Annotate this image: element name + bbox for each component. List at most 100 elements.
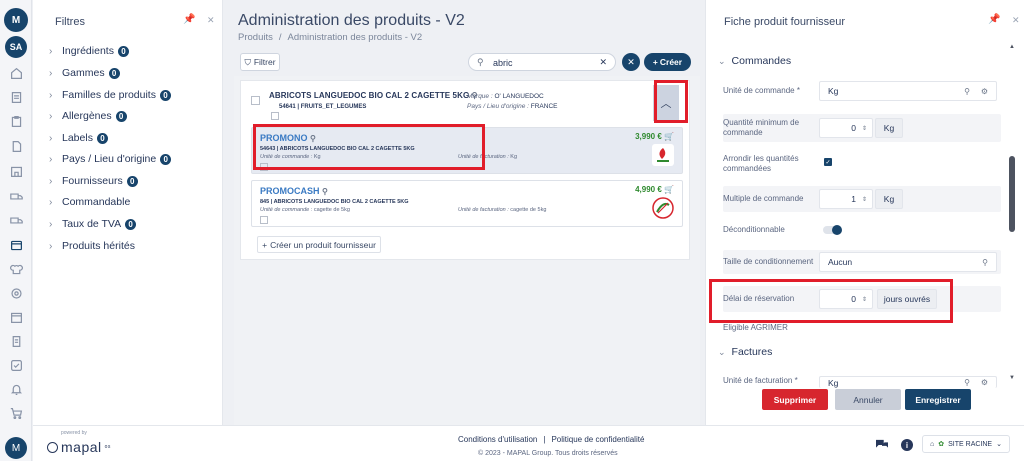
round-checkbox[interactable]: ✓ [824, 158, 832, 166]
filter-fournisseurs[interactable]: › Fournisseurs 0 [49, 175, 138, 187]
warehouse-truck-icon[interactable] [8, 213, 24, 227]
section-factures[interactable]: ⌄ Factures [718, 346, 772, 358]
close-icon[interactable]: ✕ [207, 15, 215, 26]
footer-app-logo[interactable]: M [5, 437, 27, 459]
scrollbar[interactable]: ▲ ▼ [1009, 44, 1015, 384]
count-badge: 0 [126, 175, 138, 187]
cart-icon[interactable] [8, 406, 24, 420]
supplier-card-promocash[interactable]: PROMOCASH ⚲ 845 | ABRICOTS LANGUEDOC BIO… [251, 180, 683, 227]
row-billing-unit: Unité de facturation * Kg ⚲ ⚙ [723, 372, 1001, 388]
search-icon: ⚲ [982, 257, 988, 267]
chevron-right-icon: › [49, 67, 53, 79]
terms-link[interactable]: Conditions d'utilisation [458, 435, 537, 444]
site-selector[interactable]: ⌂ ✿ SITE RACINE ⌄ [922, 435, 1010, 453]
checklist-icon[interactable] [8, 358, 24, 372]
box-icon[interactable] [8, 238, 24, 252]
search-icon: ⚲ [964, 86, 970, 96]
cart-icon: 🛒 [664, 132, 674, 141]
clipboard-icon[interactable] [8, 114, 24, 128]
filter-pays[interactable]: › Pays / Lieu d'origine 0 [49, 153, 172, 165]
create-button[interactable]: + Créer [644, 53, 691, 71]
clear-search-icon[interactable]: ✕ [599, 57, 607, 68]
pack-size-select[interactable]: Aucun ⚲ [819, 252, 997, 272]
calendar-icon[interactable] [8, 310, 24, 324]
count-badge: 0 [125, 218, 137, 230]
chef-hat-icon[interactable] [8, 262, 24, 276]
create-supplier-product-button[interactable]: + Créer un produit fournisseur [257, 236, 381, 253]
filters-title: Filtres [55, 16, 85, 28]
pin-icon[interactable]: 📌 [183, 14, 195, 25]
order-unit-select[interactable]: Kg ⚲ ⚙ [819, 81, 997, 101]
multiple-unit: Kg [875, 189, 903, 209]
supplier-price: 3,990 € 🛒 [635, 132, 674, 141]
footer-links: Conditions d'utilisation | Politique de co… [458, 435, 645, 444]
filter-button[interactable]: ⛉ Filtrer [240, 53, 280, 71]
user-avatar[interactable]: SA [5, 36, 27, 58]
filter-icon: ⛉ [244, 56, 251, 67]
settings-icon[interactable] [8, 286, 24, 300]
home-icon[interactable] [8, 66, 24, 80]
filter-taux-tva[interactable]: › Taux de TVA 0 [49, 218, 137, 230]
reset-button[interactable]: ✕ [622, 53, 640, 71]
chevron-right-icon: › [49, 175, 53, 187]
supplier-order-unit: Unité de commande : cagette de 5kg [260, 207, 350, 213]
toolbar: ⛉Filtrer ⚲ ✕ ✕ +Créer [240, 53, 695, 73]
info-icon[interactable]: i [901, 439, 913, 451]
gear-icon: ⚙ [980, 378, 988, 387]
invoice-icon[interactable] [8, 334, 24, 348]
chevron-right-icon: › [49, 89, 53, 101]
close-icon[interactable]: ✕ [1012, 15, 1020, 26]
truck-icon[interactable] [8, 189, 24, 203]
section-commandes[interactable]: ⌄ Commandes [718, 55, 791, 67]
supplier-image [260, 216, 268, 224]
label-multiple: Multiple de commande [723, 194, 804, 203]
privacy-link[interactable]: Politique de confidentialité [551, 435, 644, 444]
highlight-reservation-delay [709, 279, 953, 323]
bell-icon[interactable] [8, 382, 24, 396]
home-icon: ⌂ [930, 440, 935, 448]
product-brand: Marque : O' LANGUEDOC [467, 93, 544, 100]
plant-icon: ✿ [938, 441, 945, 448]
cart-icon: 🛒 [664, 185, 674, 194]
stepper-icon: ⇕ [861, 196, 867, 203]
filter-produits-herites[interactable]: › Produits hérités [49, 240, 135, 252]
label-min-qty: Quantité minimum de commande [723, 118, 800, 137]
filter-labels[interactable]: › Labels 0 [49, 132, 108, 144]
product-origin: Pays / Lieu d'origine : FRANCE [467, 103, 558, 110]
multiple-stepper[interactable]: 1 ⇕ [819, 189, 873, 209]
scrollbar-thumb[interactable] [1009, 156, 1015, 232]
row-min-qty: Quantité minimum de commande 0 ⇕ Kg [723, 114, 1001, 142]
chevron-right-icon: › [49, 110, 53, 122]
filter-allergenes[interactable]: › Allergènes 0 [49, 110, 127, 122]
product-sub: 54641 | FRUITS_ET_LEGUMES [279, 104, 367, 110]
cancel-button[interactable]: Annuler [835, 389, 901, 410]
billing-unit-select[interactable]: Kg ⚲ ⚙ [819, 376, 997, 388]
delete-button[interactable]: Supprimer [762, 389, 828, 410]
gear-icon: ⚙ [980, 86, 988, 96]
store-icon[interactable] [8, 164, 24, 178]
count-badge: 0 [108, 67, 120, 79]
filter-ingredients[interactable]: › Ingrédients 0 [49, 45, 129, 57]
breadcrumb: Produits / Administration des produits - V… [238, 32, 423, 43]
min-qty-stepper[interactable]: 0 ⇕ [819, 118, 873, 138]
chat-icon[interactable] [875, 439, 889, 451]
row-order-unit: Unité de commande * Kg ⚲ ⚙ [723, 80, 1001, 104]
document-icon[interactable] [8, 139, 24, 153]
filter-familles[interactable]: › Familles de produits 0 [49, 89, 171, 101]
label-billing-unit: Unité de facturation * [723, 376, 798, 385]
pin-icon[interactable]: 📌 [988, 14, 1000, 25]
search-input[interactable] [493, 56, 593, 69]
save-button[interactable]: Enregistrer [905, 389, 971, 410]
row-pack-size: Taille de conditionnement Aucun ⚲ [723, 250, 1001, 274]
app-logo[interactable]: M [4, 8, 28, 32]
icon-rail: M SA M [0, 0, 32, 461]
chevron-right-icon: › [49, 218, 53, 230]
main-content: Administration des produits - V2 Produit… [224, 0, 704, 425]
filter-commandable[interactable]: › Commandable [49, 196, 130, 208]
filter-gammes[interactable]: › Gammes 0 [49, 67, 120, 79]
breadcrumb-products[interactable]: Produits [238, 32, 273, 43]
count-badge: 0 [159, 89, 171, 101]
product-header[interactable]: ABRICOTS LANGUEDOC BIO CAL 2 CAGETTE 5KG… [241, 81, 691, 125]
notes-icon[interactable] [8, 90, 24, 104]
deconditionnable-toggle[interactable] [823, 225, 842, 235]
